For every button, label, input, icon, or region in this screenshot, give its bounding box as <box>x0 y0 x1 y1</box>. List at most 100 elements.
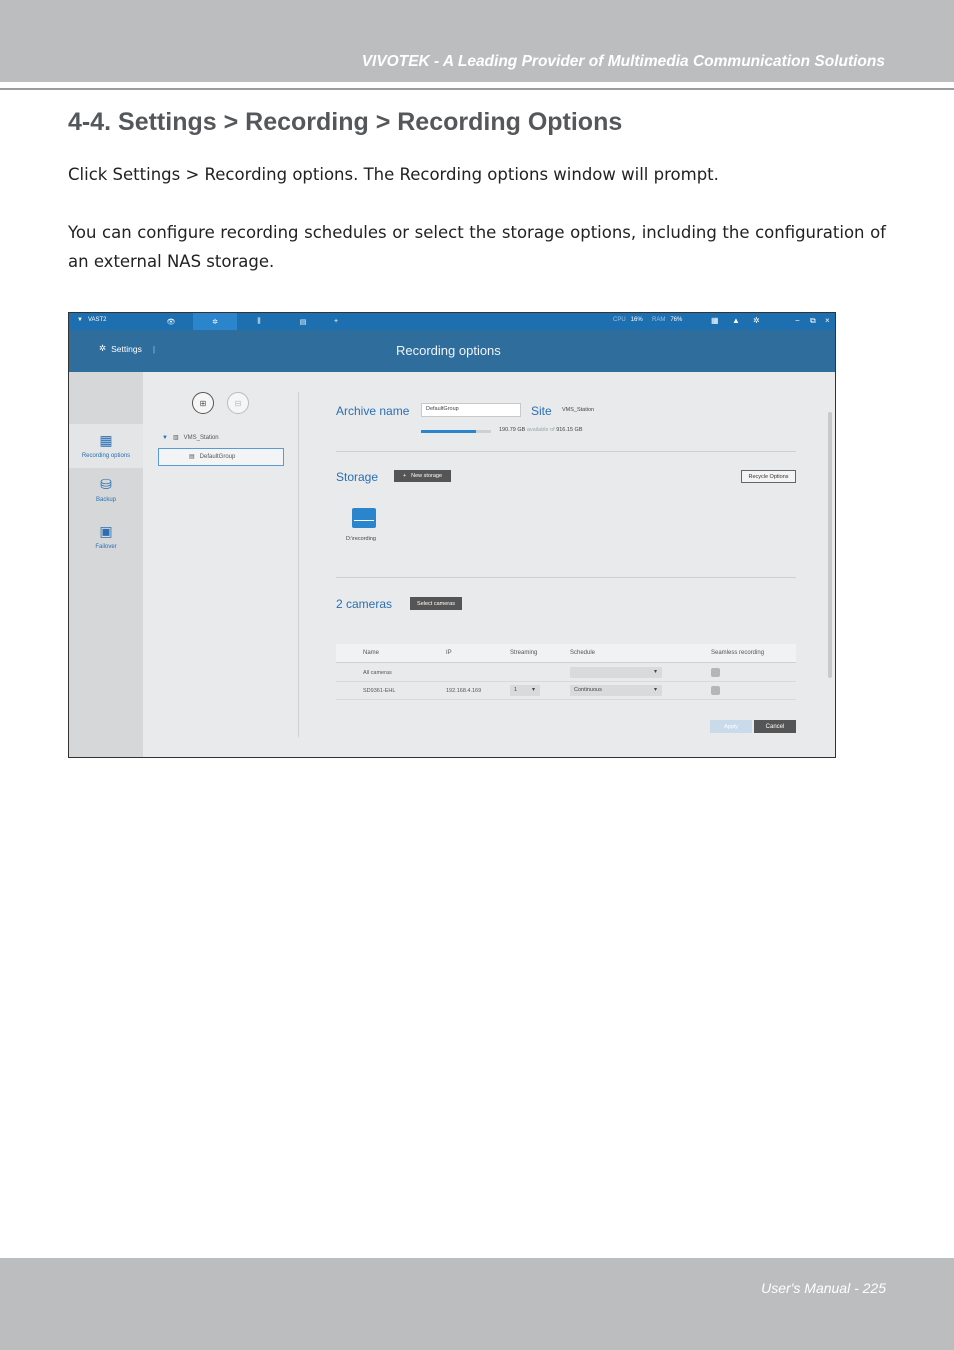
paragraph-1: Click Settings > Recording options. The … <box>68 165 719 184</box>
group-name: DefaultGroup <box>199 453 236 460</box>
ram-value: 76% <box>670 317 683 323</box>
divider <box>336 451 796 452</box>
restore-icon[interactable]: ⧉ <box>810 316 816 326</box>
remove-archive-icon: ⊟ <box>234 398 242 408</box>
space-used: 190.79 GB <box>499 427 526 433</box>
recording-options-screenshot: ▼ VAST2 👁 ✲ ⫼ ▤ + CPU 16% RAM 76% ▦ ▲ ✲ − … <box>68 312 836 758</box>
settings-sidebar: ▦ Recording options ⛁ Backup ▣ Failover <box>69 372 143 757</box>
storage-space-text: 190.79 GB available of 916.15 GB <box>499 427 582 433</box>
archive-name-label: Archive name <box>336 404 410 418</box>
schedule-value: Continuous <box>574 687 602 693</box>
new-storage-label: New storage <box>411 473 443 479</box>
new-storage-button[interactable]: + New storage <box>394 470 451 482</box>
recording-options-content: Archive name DefaultGroup Site VMS_Stati… <box>299 372 835 757</box>
vivotek-logo-icon: ▼ <box>77 317 83 323</box>
add-tab-button[interactable]: + <box>314 313 358 330</box>
app-titlebar: ▼ VAST2 👁 ✲ ⫼ ▤ + CPU 16% RAM 76% ▦ ▲ ✲ − … <box>69 313 835 330</box>
cancel-button[interactable]: Cancel <box>754 720 796 733</box>
camera-name: SD9361-EHL <box>363 688 396 694</box>
header-rule <box>0 88 954 90</box>
chevron-down-icon: ▾ <box>653 669 657 675</box>
app-logo: ▼ VAST2 <box>77 317 107 323</box>
settings-gear-icon: ✲ <box>99 343 107 353</box>
grid-icon[interactable]: ▦ <box>711 316 719 325</box>
storage-path: D:\recording <box>346 536 376 542</box>
expand-arrow-icon[interactable]: ▼ <box>162 435 168 441</box>
paragraph-2: You can configure recording schedules or… <box>68 223 886 271</box>
vertical-scrollbar[interactable] <box>828 412 832 678</box>
camera-ip: 192.168.4.169 <box>446 688 482 694</box>
add-archive-icon: ⊞ <box>199 398 207 408</box>
ram-usage: RAM 76% <box>652 317 682 323</box>
cpu-label: CPU <box>613 317 626 323</box>
sidebar-item-label: Backup <box>95 497 116 503</box>
page-header-band: VIVOTEK - A Leading Provider of Multimed… <box>0 0 954 82</box>
close-icon[interactable]: × <box>825 316 830 325</box>
section-title: 4-4. Settings > Recording > Recording Op… <box>68 108 623 136</box>
drive-line <box>354 520 374 521</box>
seamless-checkbox[interactable] <box>711 686 720 695</box>
archive-name-input[interactable]: DefaultGroup <box>421 403 521 417</box>
tree-node-station[interactable]: ▼ ▥ VMS_Station <box>162 434 219 442</box>
streaming-dropdown[interactable]: 1 ▾ <box>510 685 540 696</box>
bell-icon[interactable]: ▲ <box>732 316 740 325</box>
sidebar-item-label: Failover <box>95 544 117 550</box>
table-row: All cameras ▾ <box>336 664 796 682</box>
tab-playback[interactable]: ⫼ <box>237 313 281 330</box>
schedule-dropdown[interactable]: Continuous ▾ <box>570 685 662 696</box>
storage-label: Storage <box>336 470 379 484</box>
col-streaming: Streaming <box>510 650 538 656</box>
cpu-value: 16% <box>630 317 643 323</box>
sliders-icon: ⫼ <box>257 317 261 325</box>
settings-label: Settings <box>111 343 142 354</box>
settings-gear-icon[interactable]: ✲ <box>753 316 760 325</box>
site-value: VMS_Station <box>562 407 595 413</box>
sidebar-item-failover[interactable]: ▣ Failover <box>69 523 143 550</box>
space-total: 916.15 GB <box>556 427 583 433</box>
minimize-icon[interactable]: − <box>795 316 800 325</box>
chevron-down-icon: ▾ <box>653 687 657 693</box>
server-icon: ▥ <box>172 435 179 441</box>
plus-icon: + <box>402 473 407 479</box>
storage-drive-icon[interactable] <box>352 508 376 528</box>
storage-usage-fill <box>421 430 477 433</box>
remove-archive-button[interactable]: ⊟ <box>227 392 249 414</box>
apply-button[interactable]: Apply <box>710 720 752 733</box>
add-archive-button[interactable]: ⊞ <box>192 392 214 414</box>
settings-headerbar: ✲ Settings | Recording options <box>69 330 835 372</box>
add-tab-icon: + <box>333 318 339 325</box>
window-title: Recording options <box>396 343 501 358</box>
settings-separator: | <box>152 343 156 354</box>
chevron-down-icon: ▾ <box>531 687 535 693</box>
divider <box>336 577 796 578</box>
page-footer-band: User's Manual - 225 <box>0 1258 954 1350</box>
tab-settings[interactable]: ✲ <box>193 313 237 330</box>
tree-node-group[interactable]: ▤ DefaultGroup <box>158 448 284 466</box>
page-number: User's Manual - 225 <box>761 1280 886 1296</box>
select-cameras-button[interactable]: Select cameras <box>410 597 462 610</box>
export-icon: ▤ <box>299 318 307 326</box>
streaming-value: 1 <box>514 687 518 693</box>
col-name: Name <box>363 650 380 656</box>
tab-liveview[interactable]: 👁 <box>149 313 193 330</box>
col-seamless: Seamless recording <box>711 650 765 656</box>
calendar-icon: ▦ <box>99 432 113 448</box>
sidebar-item-backup[interactable]: ⛁ Backup <box>69 476 143 503</box>
col-ip: IP <box>446 650 452 656</box>
camera-name: All cameras <box>363 670 392 676</box>
sidebar-item-recording-options[interactable]: ▦ Recording options <box>69 424 143 468</box>
sidebar-item-label: Recording options <box>81 453 131 459</box>
settings-breadcrumb: ✲ Settings | <box>99 343 155 354</box>
seamless-checkbox[interactable] <box>711 668 720 677</box>
group-node: ▤ DefaultGroup <box>189 453 236 461</box>
storage-usage-bar <box>421 430 491 433</box>
site-label: Site <box>531 404 552 418</box>
gear-icon: ✲ <box>212 318 218 326</box>
failover-icon: ▣ <box>99 523 113 539</box>
schedule-dropdown[interactable]: ▾ <box>570 667 662 678</box>
eye-icon: 👁 <box>166 318 176 326</box>
station-name: VMS_Station <box>183 434 219 441</box>
table-row: SD9361-EHL 192.168.4.169 1 ▾ Continuous ▾ <box>336 682 796 700</box>
backup-icon: ⛁ <box>100 476 112 492</box>
recycle-options-button[interactable]: Recycle Options <box>741 470 796 483</box>
